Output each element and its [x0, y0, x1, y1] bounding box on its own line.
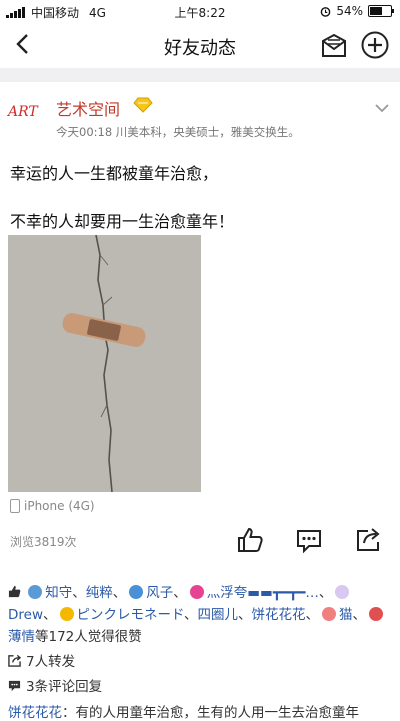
nav-bar: 好友动态 — [0, 22, 400, 68]
comments-label: 3条评论回复 — [26, 679, 103, 695]
liker-name[interactable]: 猫 — [339, 607, 353, 623]
liker-name[interactable]: 纯粹 — [86, 585, 113, 601]
avatar-emoji-icon — [28, 585, 43, 599]
mail-icon[interactable] — [320, 31, 348, 59]
chevron-down-icon[interactable] — [374, 102, 390, 114]
repost-label: 7人转发 — [26, 654, 76, 670]
liker-name[interactable]: 知守 — [45, 585, 72, 601]
add-icon[interactable] — [360, 30, 390, 60]
phone-icon — [10, 499, 20, 513]
separator: 、 — [173, 585, 187, 601]
avatar-emoji-icon — [59, 607, 74, 621]
avatar-emoji-icon — [321, 607, 336, 621]
status-bar: 中国移动 4G 上午8:22 54% — [0, 0, 400, 22]
liker-name[interactable]: ピンクレモネード — [77, 607, 184, 623]
thumbs-up-icon — [8, 585, 21, 598]
liker-name[interactable]: 灬浮夸▬▬┳━┳━… — [207, 585, 319, 601]
battery-icon — [368, 5, 394, 17]
crack-bandage-image — [8, 235, 201, 492]
separator: 、 — [237, 607, 252, 623]
post-meta: 今天00:18 川美本科，央美硕士，雅美交换生。 — [56, 125, 300, 139]
alarm-icon — [321, 6, 331, 17]
separator: 、 — [352, 607, 366, 623]
separator — [0, 68, 400, 82]
avatar-emoji-icon — [129, 585, 144, 599]
avatar-emoji-icon — [189, 585, 204, 599]
repost-count[interactable]: 7人转发 — [8, 650, 75, 670]
liker-name[interactable]: 风子 — [146, 585, 173, 601]
vip-badge-icon — [133, 97, 153, 113]
separator: 、 — [318, 585, 333, 601]
liker-name[interactable]: Drew — [8, 607, 43, 623]
post-header: ART 艺术空间 今天00:18 川美本科，央美硕士，雅美交换生。 — [0, 90, 400, 150]
liker-name[interactable]: 四圈儿 — [197, 607, 238, 623]
view-count: 浏览3819次 — [10, 535, 77, 549]
author-name[interactable]: 艺术空间 — [56, 96, 120, 120]
avatar[interactable]: ART — [8, 104, 46, 136]
battery-percent: 54% — [336, 4, 363, 18]
avatar-text: ART — [8, 104, 38, 120]
comment-text: ：有的人用童年治愈，生有的人用一生去治愈童年 — [62, 705, 359, 721]
separator: 、 — [183, 607, 198, 623]
separator: 、 — [305, 607, 319, 623]
comment-preview[interactable]: 饼花花花：有的人用童年治愈，生有的人用一生去治愈童年 — [8, 701, 359, 721]
separator: 、 — [72, 585, 86, 601]
like-icon[interactable] — [236, 526, 264, 554]
device-label: iPhone (4G) — [24, 499, 95, 513]
likes-suffix: 等172人觉得很赞 — [35, 629, 142, 645]
post-text-line1: 幸运的人一生都被童年治愈， — [10, 164, 219, 183]
device-info: iPhone (4G) — [10, 499, 95, 513]
separator: 、 — [43, 607, 57, 623]
commenter-name[interactable]: 饼花花花 — [8, 705, 62, 721]
likes-section: 知守、纯粹、 风子、 灬浮夸▬▬┳━┳━…、Drew、 ピンクレモネード、四圈儿、饼花… — [8, 582, 392, 648]
share-icon[interactable] — [354, 526, 382, 554]
liker-name[interactable]: 薄情 — [8, 629, 35, 645]
avatar-emoji-icon — [335, 585, 350, 599]
comment-count[interactable]: 3条评论回复 — [8, 675, 102, 695]
avatar-emoji-icon — [368, 607, 383, 621]
separator: 、 — [112, 585, 127, 601]
post-text-line2: 不幸的人却要用一生治愈童年！ — [10, 212, 235, 231]
comment-icon[interactable] — [295, 526, 323, 554]
post-photo[interactable] — [8, 235, 201, 492]
comment-bubble-icon — [8, 680, 21, 691]
repost-icon — [8, 654, 21, 667]
liker-name[interactable]: 饼花花花 — [251, 607, 305, 623]
